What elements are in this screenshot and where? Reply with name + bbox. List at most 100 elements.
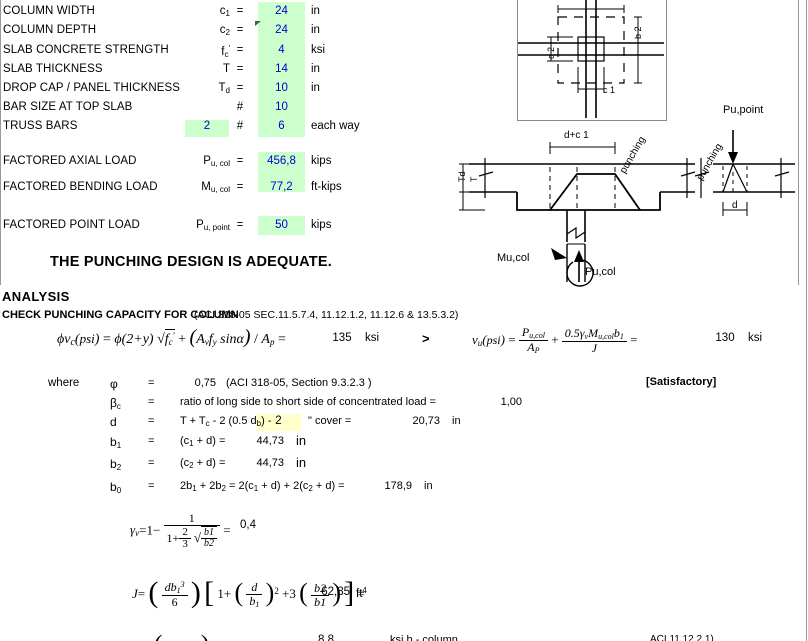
symbol-Td: Td xyxy=(218,82,230,95)
plan-label-c2: c 2 xyxy=(546,46,556,59)
b0-expression: 2b1 + 2b2 = 2(c1 + d) + 2(c2 + d) = xyxy=(180,480,345,493)
input-factored-axial-load-value[interactable]: 456,8 xyxy=(258,155,305,167)
unit-drop-cap-thickness: in xyxy=(311,82,320,94)
b2-value: 44,73 xyxy=(256,457,284,469)
equals-Pucol: = xyxy=(236,155,244,167)
plan-label-c1: c 1 xyxy=(603,85,616,95)
label-slab-concrete-strength: SLAB CONCRETE STRENGTH xyxy=(3,44,169,56)
input-column-depth-value[interactable]: 24 xyxy=(258,24,305,36)
status-badge: [Satisfactory] xyxy=(646,376,717,388)
demand-unit: ksi xyxy=(748,332,763,344)
label-column-depth: COLUMN DEPTH xyxy=(3,24,97,36)
section-label-d: d xyxy=(732,200,738,211)
symbol-c1: c1 xyxy=(219,5,230,18)
cutoff-row-note: ksi b - column xyxy=(390,634,458,641)
section-label-T: T xyxy=(469,176,479,183)
design-verdict-text: THE PUNCHING DESIGN IS ADEQUATE. xyxy=(50,254,332,270)
label-bar-size-top-slab: BAR SIZE AT TOP SLAB xyxy=(3,101,133,113)
label-factored-axial-load: FACTORED AXIAL LOAD xyxy=(3,155,137,167)
input-cover-value[interactable]: 2 xyxy=(256,415,301,427)
label-drop-cap-thickness: DROP CAP / PANEL THICKNESS xyxy=(3,82,181,94)
phi-reference-note: (ACI 318-05, Section 9.3.2.3 ) xyxy=(226,377,372,389)
symbol-b1: b1 xyxy=(110,435,122,450)
j-unit: ft4 xyxy=(356,586,367,600)
sheet-inner-border xyxy=(798,0,799,285)
input-factored-point-load-value[interactable]: 50 xyxy=(258,219,305,231)
b1-expression: (c1 + d) = xyxy=(180,435,226,448)
comparator-symbol: > xyxy=(422,331,430,346)
symbol-Pu-point: Pu, point xyxy=(196,219,230,232)
unit-truss-bars: each way xyxy=(311,120,360,132)
symbol-Pu-col: Pu, col xyxy=(203,155,230,168)
plan-view-svg xyxy=(518,0,664,118)
hash-bar-size: # xyxy=(236,101,244,113)
demand-formula-lhs: vu(psi) xyxy=(472,331,505,348)
equals-b0: = xyxy=(148,480,155,492)
input-bar-size-top-slab-value[interactable]: 10 xyxy=(258,101,305,113)
d-unit: in xyxy=(452,415,461,427)
cutoff-row-reference: ACI 11.12.2.1) xyxy=(650,634,714,641)
label-factored-point-load: FACTORED POINT LOAD xyxy=(3,219,140,231)
label-column-width: COLUMN WIDTH xyxy=(3,5,95,17)
input-truss-bar-count[interactable]: 2 xyxy=(185,120,229,132)
section-label-d-plus-c1: d+c 1 xyxy=(564,130,589,141)
capacity-unit: ksi xyxy=(365,332,380,344)
input-factored-bending-load-value[interactable]: 77,2 xyxy=(258,181,305,193)
equals-c2: = xyxy=(236,24,244,36)
symbol-fc-prime: fc' xyxy=(221,44,230,59)
capacity-formula: ϕvc(psi) = ϕ(2+y) √fc' + (Avfy sinα) / A… xyxy=(57,326,286,348)
section-label-Mu-col: Mu,col xyxy=(497,252,530,264)
input-truss-bar-size-value[interactable]: 6 xyxy=(258,120,305,132)
unit-column-depth: in xyxy=(311,24,320,36)
input-slab-thickness-value[interactable]: 14 xyxy=(258,63,305,75)
equals-fc: = xyxy=(236,44,244,56)
b1-unit: in xyxy=(296,433,307,448)
equals-beta-c: = xyxy=(148,396,155,408)
gamma-v-formula: γv=1− 1 1+ 2 3 √ b1 b2 = xyxy=(130,511,231,551)
symbol-c2: c2 xyxy=(219,24,230,37)
capacity-value: 135 xyxy=(332,332,352,344)
plan-view-diagram: b 1 b 2 c 2 c 1 xyxy=(517,0,667,121)
symbol-T: T xyxy=(222,63,230,75)
input-slab-concrete-strength-value[interactable]: 4 xyxy=(258,44,305,56)
equals-Pupoint: = xyxy=(236,219,244,231)
equals-phi: = xyxy=(148,377,155,389)
unit-slab-thickness: in xyxy=(311,63,320,75)
beta-c-value: 1,00 xyxy=(500,396,522,408)
analysis-heading: ANALYSIS xyxy=(2,289,70,304)
sheet-left-border xyxy=(0,0,1,285)
unit-slab-concrete-strength: ksi xyxy=(311,44,326,56)
plan-label-b2: b 2 xyxy=(633,26,643,39)
input-column-width-value[interactable]: 24 xyxy=(258,5,305,17)
equals-Mucol: = xyxy=(236,181,244,193)
demand-formula: vu(psi) = Pu,col AP + 0.5γvMu,colb1 J = xyxy=(472,325,638,356)
gamma-v-value: 0,4 xyxy=(240,519,256,531)
demand-value: 130 xyxy=(715,332,735,344)
b0-unit: in xyxy=(424,480,433,492)
equals-b1: = xyxy=(148,435,155,447)
symbol-b2: b2 xyxy=(110,457,122,472)
capacity-formula-lhs: ϕvc(psi) xyxy=(57,331,100,348)
b1-value: 44,73 xyxy=(256,435,284,447)
equals-c1: = xyxy=(236,5,244,17)
beta-c-description: ratio of long side to short side of conc… xyxy=(180,396,436,408)
unit-factored-axial-load: kips xyxy=(311,155,332,167)
equals-T: = xyxy=(236,63,244,75)
equals-b2: = xyxy=(148,457,155,469)
aci-reference-text: (ACI 318-05 SEC.11.5.7.4, 11.12.1.2, 11.… xyxy=(194,309,459,321)
label-slab-thickness: SLAB THICKNESS xyxy=(3,63,103,75)
section-label-Td: Td xyxy=(457,171,467,182)
d-value: 20,73 xyxy=(412,415,440,427)
equals-d: = xyxy=(148,415,155,427)
cover-label: " cover = xyxy=(308,415,352,427)
unit-factored-point-load: kips xyxy=(311,219,332,231)
section-label-Pu-col: Pu,col xyxy=(585,266,616,278)
symbol-phi: φ xyxy=(110,377,118,391)
sheet-right-border xyxy=(806,0,807,641)
b2-unit: in xyxy=(296,455,307,470)
symbol-d: d xyxy=(110,415,117,429)
unit-column-width: in xyxy=(311,5,320,17)
hash-truss-bars: # xyxy=(236,120,244,132)
input-drop-cap-thickness-value[interactable]: 10 xyxy=(258,82,305,94)
label-factored-bending-load: FACTORED BENDING LOAD xyxy=(3,181,158,193)
